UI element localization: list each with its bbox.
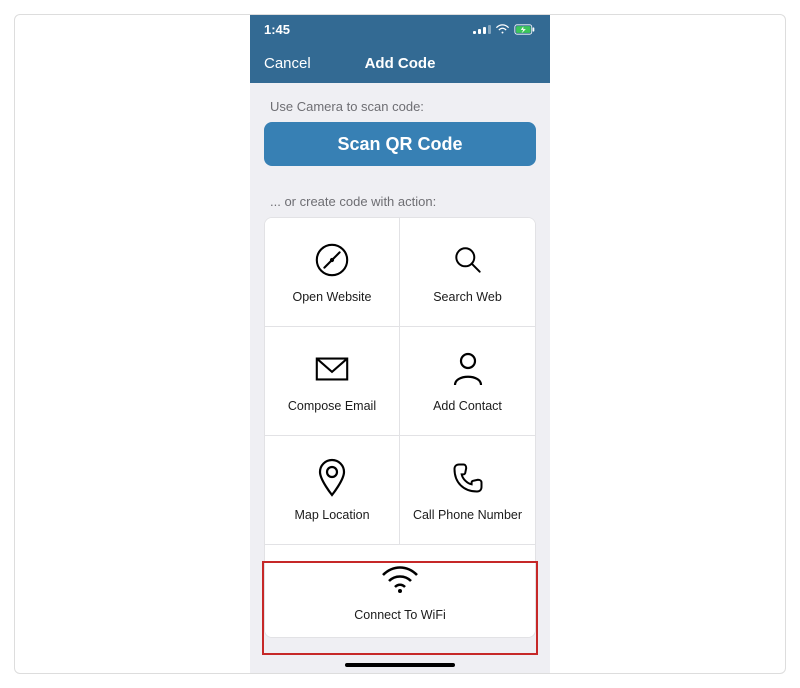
nav-bar: Cancel Add Code	[250, 43, 550, 83]
envelope-icon	[312, 349, 352, 389]
cancel-button[interactable]: Cancel	[264, 55, 311, 72]
search-icon	[448, 240, 488, 280]
action-add-contact[interactable]: Add Contact	[400, 327, 535, 435]
action-label: Add Contact	[433, 399, 502, 413]
action-compose-email[interactable]: Compose Email	[265, 327, 400, 435]
home-indicator[interactable]	[345, 663, 455, 667]
action-search-web[interactable]: Search Web	[400, 218, 535, 326]
status-bar: 1:45	[250, 15, 550, 43]
map-pin-icon	[312, 458, 352, 498]
wifi-icon	[495, 24, 510, 35]
battery-icon	[514, 24, 536, 35]
content-area: Use Camera to scan code: Scan QR Code ..…	[250, 83, 550, 673]
action-label: Map Location	[294, 508, 369, 522]
action-label: Search Web	[433, 290, 502, 304]
scan-hint-label: Use Camera to scan code:	[270, 99, 534, 114]
action-grid: Open Website Search Web Compose	[264, 217, 536, 638]
page-title: Add Code	[365, 55, 436, 72]
action-label: Connect To WiFi	[354, 608, 445, 622]
action-call-phone[interactable]: Call Phone Number	[400, 436, 535, 544]
compass-icon	[312, 240, 352, 280]
action-label: Compose Email	[288, 399, 376, 413]
action-open-website[interactable]: Open Website	[265, 218, 400, 326]
phone-icon	[448, 458, 488, 498]
scan-qr-button[interactable]: Scan QR Code	[264, 122, 536, 166]
wifi-large-icon	[380, 560, 420, 600]
clock: 1:45	[264, 22, 290, 37]
create-hint-label: ... or create code with action:	[270, 194, 534, 209]
action-label: Call Phone Number	[413, 508, 522, 522]
cellular-signal-icon	[473, 25, 491, 34]
action-map-location[interactable]: Map Location	[265, 436, 400, 544]
action-connect-wifi[interactable]: Connect To WiFi	[265, 545, 535, 637]
action-label: Open Website	[293, 290, 372, 304]
person-icon	[448, 349, 488, 389]
